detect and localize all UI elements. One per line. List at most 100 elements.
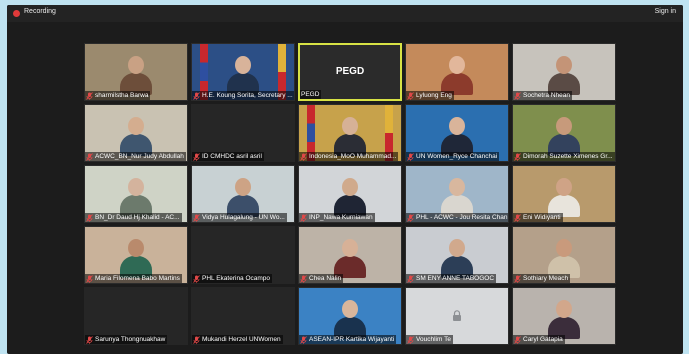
participant-tile[interactable]: Vouchlim Te xyxy=(405,287,509,345)
participant-tile[interactable]: Maria Filomena Babo Martins xyxy=(84,226,188,284)
top-bar: Recording Sign in xyxy=(7,5,683,22)
participant-name-bar: ACWC_BN_Nur Judy Abdullah xyxy=(85,152,186,161)
mic-muted-icon xyxy=(300,152,307,161)
mic-muted-icon xyxy=(86,335,93,344)
mic-muted-icon xyxy=(193,152,200,161)
participant-name: Vouchlim Te xyxy=(416,336,451,343)
participant-name-bar: Sarunya Thongnuakhaw xyxy=(85,335,168,344)
mic-muted-icon xyxy=(514,213,521,222)
participant-name: PHL - ACWC - Jou Resita Chan xyxy=(416,214,508,221)
participant-name: BN_Dr Daud Hj Khalid - AC... xyxy=(95,214,180,221)
participant-name: Chea Nalin xyxy=(309,275,342,282)
participant-name-bar: ID CMHDC asril asril xyxy=(192,152,264,161)
participant-tile[interactable]: Vidya Hulagalung - UN Wo... xyxy=(191,165,295,223)
mic-muted-icon xyxy=(407,335,414,344)
participant-tile[interactable]: Caryl Gatapia xyxy=(512,287,616,345)
participant-video-avatar xyxy=(119,54,153,95)
participant-video-avatar xyxy=(119,237,153,278)
participant-tile[interactable]: Lyluong Eng xyxy=(405,43,509,101)
mic-muted-icon xyxy=(86,152,93,161)
lock-icon xyxy=(452,308,462,321)
participant-tile[interactable]: UN Women_Ryce Chanchai xyxy=(405,104,509,162)
mic-muted-icon xyxy=(86,91,93,100)
participant-video-avatar xyxy=(226,54,260,95)
recording-label: Recording xyxy=(24,8,56,15)
participant-name-bar: Eni Widiyanti xyxy=(513,213,563,222)
participant-name: UN Women_Ryce Chanchai xyxy=(416,153,498,160)
participant-tile[interactable]: Eni Widiyanti xyxy=(512,165,616,223)
participant-name-bar: Vidya Hulagalung - UN Wo... xyxy=(192,213,287,222)
participant-video-avatar xyxy=(547,298,581,339)
participant-tile[interactable]: ACWC_BN_Nur Judy Abdullah xyxy=(84,104,188,162)
participant-name: ASEAN-IPR Kartika Wijayanti xyxy=(309,336,395,343)
participant-name-bar: PHL Ekaterina Ocampo xyxy=(192,274,273,283)
participant-tile[interactable]: Indonesia_MoO Muhammad... xyxy=(298,104,402,162)
mic-muted-icon xyxy=(514,274,521,283)
mic-muted-icon xyxy=(300,335,307,344)
participant-tile[interactable]: Mukandi Herzel UNWomen xyxy=(191,287,295,345)
participant-name-bar: Mukandi Herzel UNWomen xyxy=(192,335,283,344)
participant-name: Lyluong Eng xyxy=(416,92,452,99)
participant-tile[interactable]: Sochetra Nhean xyxy=(512,43,616,101)
participant-video-avatar xyxy=(547,115,581,156)
participant-name: Sothiary Meach xyxy=(523,275,569,282)
participant-video-avatar xyxy=(226,176,260,217)
participant-name: PEGD xyxy=(301,91,320,98)
participant-name-bar: Lyluong Eng xyxy=(406,91,454,100)
participant-name: Caryl Gatapia xyxy=(523,336,563,343)
mic-muted-icon xyxy=(193,335,200,344)
participant-name-bar: PEGD xyxy=(300,90,322,99)
participant-tile[interactable]: H.E. Koung Sorita, Secretary ... xyxy=(191,43,295,101)
mic-muted-icon xyxy=(407,152,414,161)
participant-tile[interactable]: ID CMHDC asril asril xyxy=(191,104,295,162)
recording-icon xyxy=(13,10,20,17)
participant-name-bar: sharmilstha Barwa xyxy=(85,91,151,100)
participant-tile[interactable]: SM ENY ANNE TABOGOC xyxy=(405,226,509,284)
participant-name-bar: BN_Dr Daud Hj Khalid - AC... xyxy=(85,213,182,222)
participant-tile[interactable]: PEGD PEGD xyxy=(298,43,402,101)
sign-in-button[interactable]: Sign in xyxy=(655,8,676,15)
tile-label: PEGD xyxy=(335,66,365,77)
participant-video-avatar xyxy=(440,237,474,278)
participant-video-avatar xyxy=(440,115,474,156)
participant-name-bar: SM ENY ANNE TABOGOC xyxy=(406,274,497,283)
participant-tile[interactable]: Sothiary Meach xyxy=(512,226,616,284)
participant-tile[interactable]: INP_Nawa Kurniawan xyxy=(298,165,402,223)
mic-muted-icon xyxy=(193,213,200,222)
participant-name: ID CMHDC asril asril xyxy=(202,153,262,160)
mic-muted-icon xyxy=(514,335,521,344)
participant-tile[interactable]: BN_Dr Daud Hj Khalid - AC... xyxy=(84,165,188,223)
participant-tile[interactable]: ASEAN-IPR Kartika Wijayanti xyxy=(298,287,402,345)
mic-muted-icon xyxy=(514,152,521,161)
participant-name: PHL Ekaterina Ocampo xyxy=(202,275,271,282)
participant-tile[interactable]: PHL - ACWC - Jou Resita Chan xyxy=(405,165,509,223)
participant-name-bar: PHL - ACWC - Jou Resita Chan xyxy=(406,213,508,222)
participant-tile[interactable]: Dimorah Suzette Ximenes Gr... xyxy=(512,104,616,162)
mic-muted-icon xyxy=(86,213,93,222)
participant-tile[interactable]: sharmilstha Barwa xyxy=(84,43,188,101)
participant-name: sharmilstha Barwa xyxy=(95,92,149,99)
mic-muted-icon xyxy=(86,274,93,283)
participant-name: Vidya Hulagalung - UN Wo... xyxy=(202,214,285,221)
participant-name: Indonesia_MoO Muhammad... xyxy=(309,153,397,160)
participant-tile[interactable]: Sarunya Thongnuakhaw xyxy=(84,287,188,345)
mic-muted-icon xyxy=(407,274,414,283)
participant-name-bar: Vouchlim Te xyxy=(406,335,453,344)
participant-name-bar: UN Women_Ryce Chanchai xyxy=(406,152,500,161)
mic-muted-icon xyxy=(407,213,414,222)
participant-video-avatar xyxy=(440,176,474,217)
mic-muted-icon xyxy=(300,274,307,283)
participant-tile[interactable]: PHL Ekaterina Ocampo xyxy=(191,226,295,284)
participant-name: ACWC_BN_Nur Judy Abdullah xyxy=(95,153,184,160)
participant-tile[interactable]: Chea Nalin xyxy=(298,226,402,284)
participant-name: INP_Nawa Kurniawan xyxy=(309,214,373,221)
participant-video-avatar xyxy=(547,237,581,278)
participant-name-bar: Sothiary Meach xyxy=(513,274,571,283)
participant-video-avatar xyxy=(119,115,153,156)
participant-name-bar: Caryl Gatapia xyxy=(513,335,565,344)
meeting-window: Recording Sign in sharmilstha Barwa H.E. … xyxy=(7,5,683,354)
mic-muted-icon xyxy=(514,91,521,100)
participant-video-avatar xyxy=(119,176,153,217)
participant-name: Dimorah Suzette Ximenes Gr... xyxy=(523,153,613,160)
participant-name-bar: INP_Nawa Kurniawan xyxy=(299,213,375,222)
